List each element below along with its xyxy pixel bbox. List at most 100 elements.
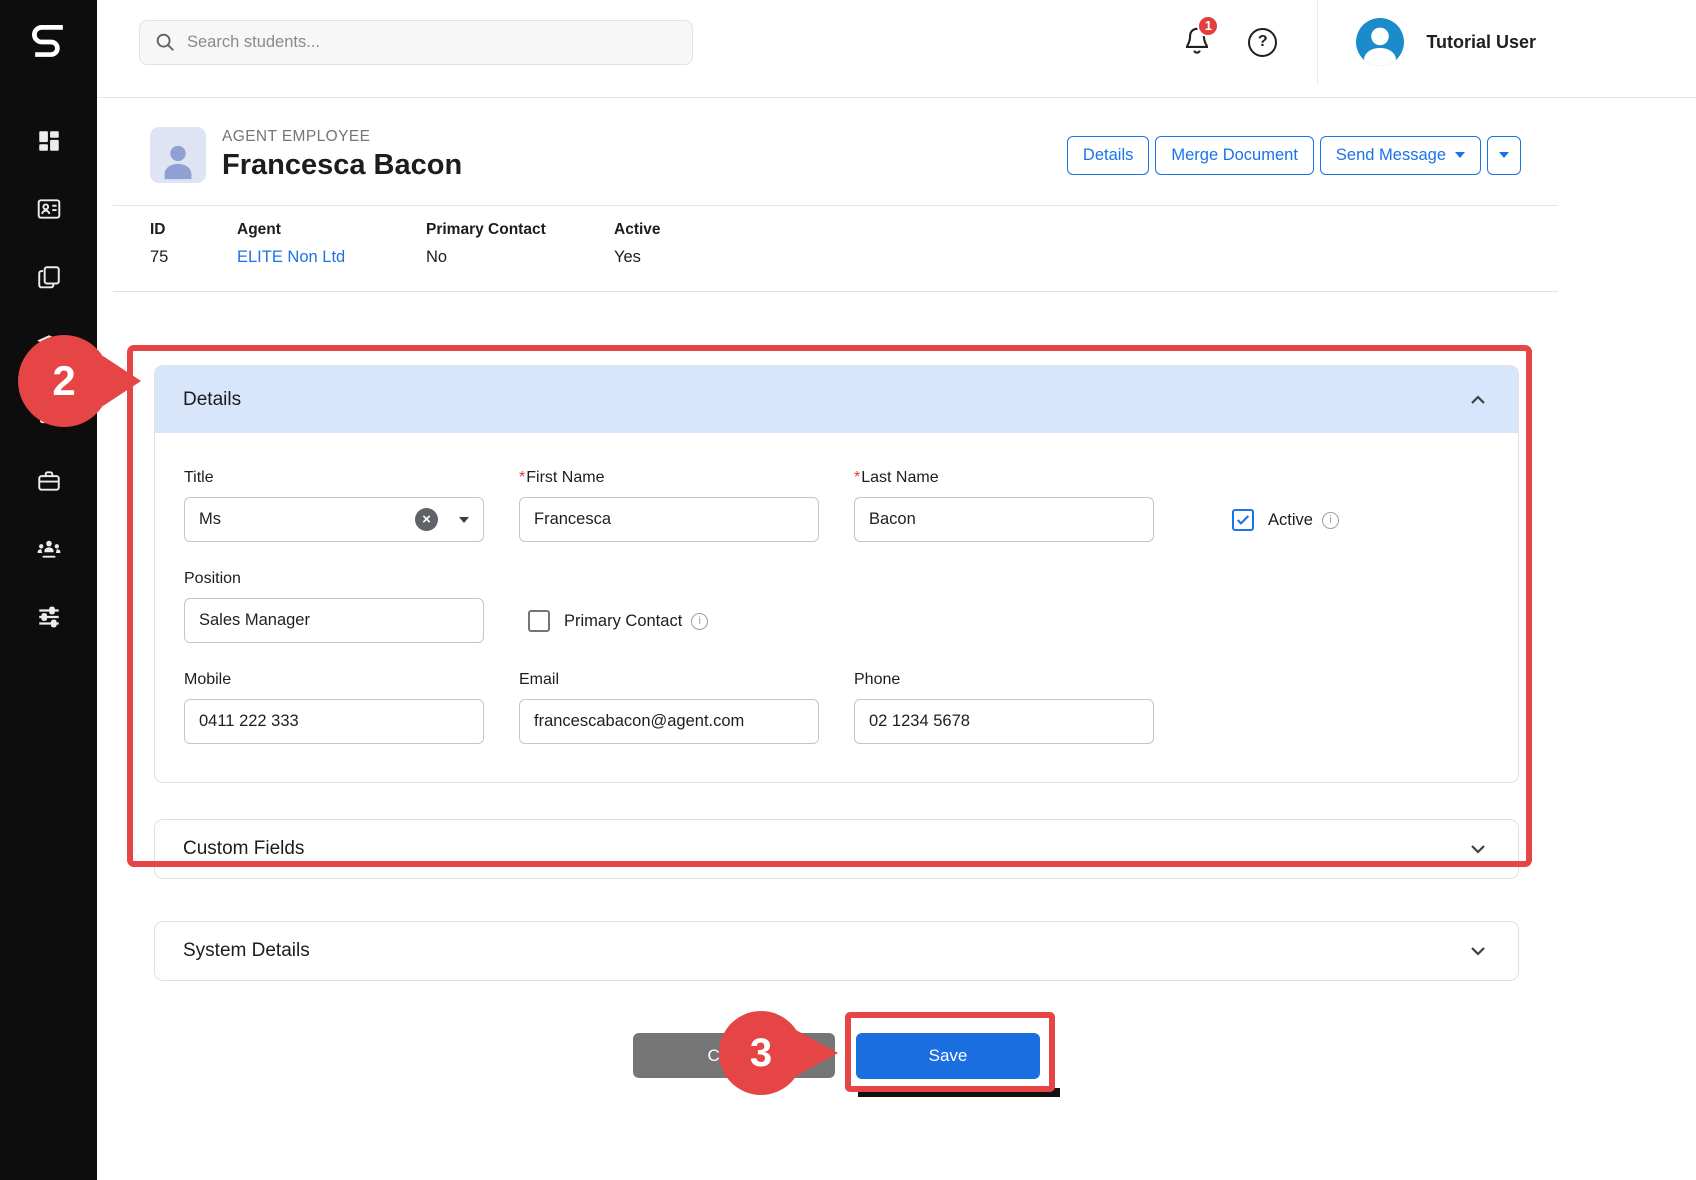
form-sections: Details Title ×: [154, 365, 1519, 1079]
chevron-down-icon: [1499, 152, 1509, 158]
first-name-input[interactable]: [519, 497, 819, 542]
custom-fields-section-header[interactable]: Custom Fields: [155, 820, 1518, 878]
notification-badge: 1: [1197, 15, 1219, 37]
details-section-title: Details: [183, 389, 241, 411]
last-name-input[interactable]: [854, 497, 1154, 542]
meta-id-label: ID: [150, 221, 237, 239]
mobile-input[interactable]: [184, 699, 484, 744]
position-label: Position: [184, 570, 484, 588]
email-label: Email: [519, 671, 819, 689]
dashboard-icon[interactable]: [35, 127, 63, 155]
archive-icon[interactable]: [35, 399, 63, 427]
phone-input[interactable]: [854, 699, 1154, 744]
send-message-label: Send Message: [1336, 146, 1446, 165]
clear-icon[interactable]: ×: [415, 508, 438, 531]
search-input[interactable]: [187, 33, 678, 52]
more-actions-dropdown-button[interactable]: [1487, 136, 1521, 175]
entity-actions: Details Merge Document Send Message: [1067, 136, 1521, 175]
screen: 1 ? Tutorial User AGENT EMPLOYEE Frances…: [0, 0, 1696, 1180]
first-name-label: * First Name: [519, 469, 819, 487]
system-details-section-title: System Details: [183, 940, 310, 962]
contacts-icon[interactable]: [35, 195, 63, 223]
title-field: Title ×: [184, 469, 484, 542]
first-name-field: * First Name: [519, 469, 819, 542]
form-row-2: Position Primary Contact i: [184, 570, 1489, 643]
user-avatar[interactable]: [1356, 18, 1404, 66]
info-icon[interactable]: i: [1322, 512, 1339, 529]
people-icon[interactable]: [35, 535, 63, 563]
send-message-button[interactable]: Send Message: [1320, 136, 1481, 175]
search-icon: [154, 31, 176, 53]
help-icon[interactable]: ?: [1248, 28, 1277, 57]
details-section-header[interactable]: Details: [155, 366, 1518, 433]
active-checkbox-label: Active: [1268, 511, 1313, 530]
meta-primary-contact-label: Primary Contact: [426, 221, 614, 239]
entity-name: Francesca Bacon: [222, 149, 462, 182]
title-input[interactable]: [184, 497, 484, 542]
meta-active-label: Active: [614, 221, 661, 239]
topbar-right: 1 ? Tutorial User: [1182, 0, 1536, 84]
entity-titles: AGENT EMPLOYEE Francesca Bacon: [222, 128, 462, 182]
briefcase-icon[interactable]: [35, 467, 63, 495]
custom-fields-section-title: Custom Fields: [183, 838, 304, 860]
meta-agent-label: Agent: [237, 221, 426, 239]
form-footer: Cancel Save: [154, 1033, 1519, 1079]
position-input[interactable]: [184, 598, 484, 643]
chevron-down-icon: [1466, 837, 1490, 861]
meta-id: ID 75: [150, 221, 237, 267]
mobile-field: Mobile: [184, 671, 484, 744]
settings-sliders-icon[interactable]: [35, 603, 63, 631]
save-button[interactable]: Save: [856, 1033, 1040, 1079]
meta-active-value: Yes: [614, 248, 661, 267]
system-details-section-header[interactable]: System Details: [155, 922, 1518, 980]
position-field: Position: [184, 570, 484, 643]
meta-id-value: 75: [150, 248, 237, 267]
last-name-label: * Last Name: [854, 469, 1154, 487]
system-details-section: System Details: [154, 921, 1519, 981]
cancel-button[interactable]: Cancel: [633, 1033, 835, 1078]
merge-document-button[interactable]: Merge Document: [1155, 136, 1314, 175]
meta-active: Active Yes: [614, 221, 661, 267]
entity-meta-row: ID 75 Agent ELITE Non Ltd Primary Contac…: [113, 206, 1558, 267]
chevron-up-icon: [1466, 388, 1490, 412]
meta-agent: Agent ELITE Non Ltd: [237, 221, 426, 267]
required-mark: *: [854, 469, 860, 487]
user-name[interactable]: Tutorial User: [1426, 32, 1536, 53]
primary-contact-checkbox-label: Primary Contact: [564, 612, 682, 631]
sidebar-nav: [0, 84, 97, 631]
entity-header: AGENT EMPLOYEE Francesca Bacon Details M…: [113, 98, 1558, 292]
topbar-divider: [1317, 0, 1318, 84]
mobile-label: Mobile: [184, 671, 484, 689]
title-label: Title: [184, 469, 484, 487]
meta-agent-link[interactable]: ELITE Non Ltd: [237, 248, 426, 267]
annotation-arrow-2: [103, 356, 141, 406]
search-bar[interactable]: [139, 20, 693, 65]
chevron-down-icon: [1455, 152, 1465, 158]
last-name-field: * Last Name: [854, 469, 1154, 542]
app-logo-icon[interactable]: [0, 0, 97, 84]
details-section: Details Title ×: [154, 365, 1519, 783]
details-button[interactable]: Details: [1067, 136, 1149, 175]
entity-avatar-icon: [150, 127, 206, 183]
notification-bell-icon[interactable]: 1: [1182, 25, 1212, 60]
email-input[interactable]: [519, 699, 819, 744]
chevron-down-icon[interactable]: [459, 517, 469, 523]
phone-label: Phone: [854, 671, 1154, 689]
email-field: Email: [519, 671, 819, 744]
active-checkbox-group: Active i: [1232, 509, 1339, 531]
required-mark: *: [519, 469, 525, 487]
primary-contact-checkbox[interactable]: [528, 610, 550, 632]
active-checkbox[interactable]: [1232, 509, 1254, 531]
education-icon[interactable]: [35, 331, 63, 359]
documents-icon[interactable]: [35, 263, 63, 291]
phone-field: Phone: [854, 671, 1154, 744]
topbar: 1 ? Tutorial User: [97, 0, 1696, 84]
info-icon[interactable]: i: [691, 613, 708, 630]
meta-primary-contact-value: No: [426, 248, 614, 267]
chevron-down-icon: [1466, 939, 1490, 963]
meta-primary-contact: Primary Contact No: [426, 221, 614, 267]
form-row-3: Mobile Email Phone: [184, 671, 1489, 744]
custom-fields-section: Custom Fields: [154, 819, 1519, 879]
primary-contact-checkbox-group: Primary Contact i: [528, 610, 708, 632]
entity-type-label: AGENT EMPLOYEE: [222, 128, 462, 146]
